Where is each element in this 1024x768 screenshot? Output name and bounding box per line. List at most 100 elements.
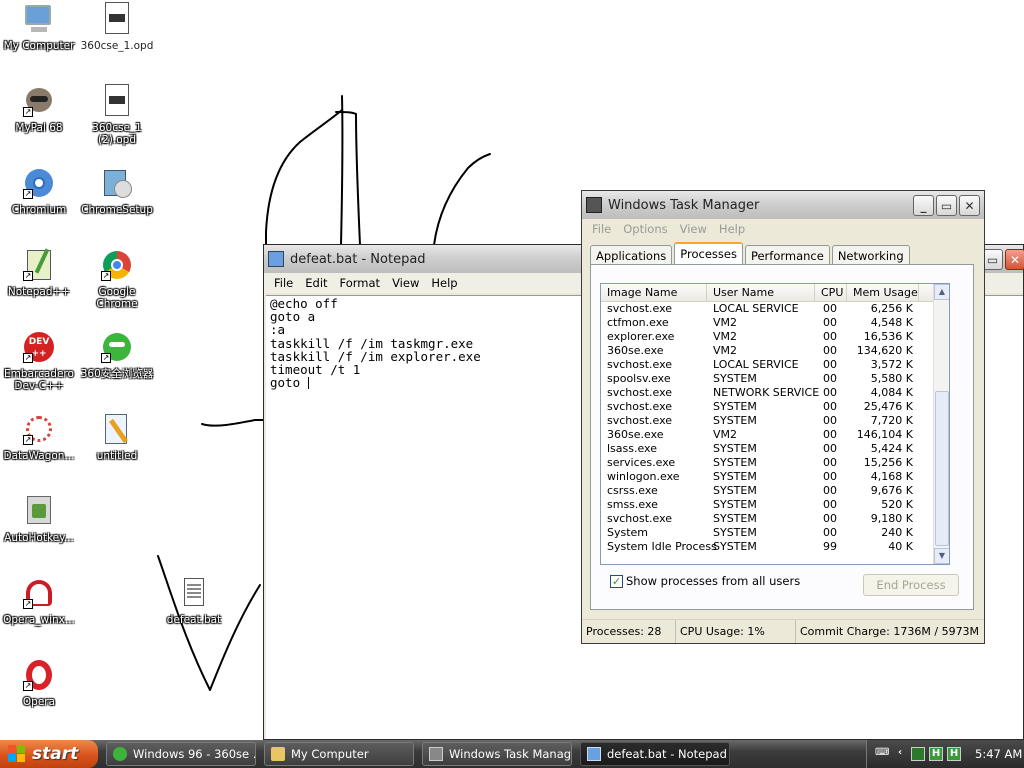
process-row[interactable]: spoolsv.exe SYSTEM 00 5,580 K: [601, 372, 949, 386]
process-row[interactable]: svchost.exe LOCAL SERVICE 00 3,572 K: [601, 358, 949, 372]
scroll-thumb[interactable]: [935, 391, 949, 546]
taskmgr-menu-help[interactable]: Help: [713, 222, 751, 236]
desktop-icon-360cse-opd[interactable]: 360cse_1.opd: [78, 2, 156, 52]
clock[interactable]: 5:47 AM: [975, 747, 1022, 761]
process-row[interactable]: svchost.exe SYSTEM 00 25,476 K: [601, 400, 949, 414]
col-user-name[interactable]: User Name: [707, 284, 815, 301]
process-cpu: 99: [823, 540, 837, 553]
taskbar-button-notepad[interactable]: defeat.bat - Notepad: [580, 742, 730, 766]
taskmgr-menu-options[interactable]: Options: [617, 222, 673, 236]
desktop-icon-devcpp[interactable]: DEV ++ ↗ Embarcadero Dev-C++: [0, 330, 78, 392]
process-row[interactable]: explorer.exe VM2 00 16,536 K: [601, 330, 949, 344]
scroll-down-button[interactable]: ▼: [934, 548, 949, 564]
process-list-scrollbar[interactable]: ▲ ▼: [933, 284, 949, 564]
tray-expand-icon[interactable]: ‹: [893, 747, 907, 761]
col-cpu[interactable]: CPU: [815, 284, 847, 301]
desktop-icon-notepadpp[interactable]: ↗ Notepad++: [0, 248, 78, 298]
process-row[interactable]: ctfmon.exe VM2 00 4,548 K: [601, 316, 949, 330]
notepad-close-button[interactable]: ✕: [1005, 249, 1024, 270]
process-cpu: 00: [823, 302, 837, 315]
tab-networking[interactable]: Networking: [831, 245, 910, 264]
taskmgr-close-button[interactable]: ✕: [959, 195, 980, 216]
autohotkey-tray-icon-2[interactable]: H: [947, 747, 961, 761]
notepad-menu-format[interactable]: Format: [334, 276, 387, 290]
process-mem: 6,256 K: [870, 302, 913, 315]
notepad-menu-file[interactable]: File: [268, 276, 299, 290]
process-mem: 146,104 K: [856, 428, 913, 441]
col-mem-usage[interactable]: Mem Usage: [847, 284, 919, 301]
process-mem: 4,548 K: [870, 316, 913, 329]
desktop-icon-mypal[interactable]: ↗ MyPal 68: [0, 84, 78, 134]
process-name: smss.exe: [607, 498, 658, 511]
process-row[interactable]: System Idle Process SYSTEM 99 40 K: [601, 540, 949, 554]
process-name: svchost.exe: [607, 400, 673, 413]
tab-processes[interactable]: Processes: [674, 242, 743, 264]
notepad-menu-help[interactable]: Help: [425, 276, 463, 290]
desktop-icon-datawagon[interactable]: ↗ DataWagon...: [0, 412, 78, 462]
process-row[interactable]: svchost.exe LOCAL SERVICE 00 6,256 K: [601, 302, 949, 316]
process-user: SYSTEM: [713, 442, 757, 455]
taskbar-button-my-computer[interactable]: My Computer: [264, 742, 414, 766]
process-row[interactable]: svchost.exe NETWORK SERVICE 00 4,084 K: [601, 386, 949, 400]
desktop-icon-google-chrome[interactable]: ↗ Google Chrome: [78, 248, 156, 310]
process-cpu: 00: [823, 526, 837, 539]
desktop-icon-opera[interactable]: ↗ Opera: [0, 658, 78, 708]
show-all-users-checkbox[interactable]: ✓: [610, 574, 623, 588]
desktop-icon-360se[interactable]: ↗ 360安全浏览器: [78, 330, 156, 380]
autohotkey-tray-icon[interactable]: H: [929, 747, 943, 761]
taskbar-button-task-manager[interactable]: Windows Task Manager: [422, 742, 572, 766]
notepad-menu-view[interactable]: View: [386, 276, 425, 290]
process-row[interactable]: lsass.exe SYSTEM 00 5,424 K: [601, 442, 949, 456]
devcpp-icon: DEV ++ ↗: [22, 330, 56, 364]
status-processes: Processes: 28: [582, 620, 676, 643]
notepad-maximize-button[interactable]: ▭: [982, 249, 1003, 270]
process-user: VM2: [713, 316, 738, 329]
keyboard-icon[interactable]: ⌨: [875, 747, 889, 761]
process-name: 360se.exe: [607, 344, 664, 357]
desktop-icon-defeat-bat[interactable]: defeat.bat: [155, 576, 233, 626]
process-row[interactable]: csrss.exe SYSTEM 00 9,676 K: [601, 484, 949, 498]
process-row[interactable]: svchost.exe SYSTEM 00 7,720 K: [601, 414, 949, 428]
process-mem: 5,580 K: [870, 372, 913, 385]
notepadpp-icon: ↗: [22, 248, 56, 282]
process-list[interactable]: Image Name User Name CPU Mem Usage svcho…: [600, 283, 950, 565]
start-button[interactable]: start: [0, 740, 98, 768]
text-caret: [307, 377, 309, 390]
taskbar-button-360se[interactable]: Windows 96 - 360se ...: [106, 742, 256, 766]
taskmgr-titlebar[interactable]: Windows Task Manager _ ▭ ✕: [582, 191, 984, 219]
process-row[interactable]: smss.exe SYSTEM 00 520 K: [601, 498, 949, 512]
process-row[interactable]: System SYSTEM 00 240 K: [601, 526, 949, 540]
taskmgr-maximize-button[interactable]: ▭: [936, 195, 957, 216]
taskmgr-minimize-button[interactable]: _: [913, 195, 934, 216]
end-process-button[interactable]: End Process: [863, 574, 959, 596]
process-row[interactable]: 360se.exe VM2 00 146,104 K: [601, 428, 949, 442]
desktop-icon-chromium[interactable]: ↗ Chromium: [0, 166, 78, 216]
tab-performance[interactable]: Performance: [744, 245, 830, 264]
desktop-icon-opera-winx[interactable]: ↗ Opera_winx...: [0, 576, 78, 626]
process-row[interactable]: svchost.exe SYSTEM 00 9,180 K: [601, 512, 949, 526]
process-row[interactable]: services.exe SYSTEM 00 15,256 K: [601, 456, 949, 470]
tab-applications[interactable]: Applications: [590, 245, 673, 264]
desktop-icon-my-computer[interactable]: My Computer: [0, 2, 78, 52]
col-image-name[interactable]: Image Name: [601, 284, 707, 301]
windows-flag-icon: [8, 745, 26, 763]
process-row[interactable]: winlogon.exe SYSTEM 00 4,168 K: [601, 470, 949, 484]
opera-icon: ↗: [22, 658, 56, 692]
process-row[interactable]: 360se.exe VM2 00 134,620 K: [601, 344, 949, 358]
desktop-icon-chromesetup[interactable]: ChromeSetup: [78, 166, 156, 216]
task-manager-window[interactable]: Windows Task Manager _ ▭ ✕ File Options …: [581, 190, 985, 644]
process-cpu: 00: [823, 512, 837, 525]
chrome-icon: ↗: [100, 248, 134, 282]
monitor-tray-icon[interactable]: [911, 747, 925, 761]
desktop-icon-360cse-opd-2[interactable]: 360cse_1 (2).opd: [78, 84, 156, 146]
show-all-users-option[interactable]: ✓ Show processes from all users: [610, 574, 800, 588]
taskmgr-menu-view[interactable]: View: [674, 222, 713, 236]
process-user: SYSTEM: [713, 484, 757, 497]
scroll-up-button[interactable]: ▲: [934, 284, 949, 300]
desktop-icon-autohotkey[interactable]: AutoHotkey...: [0, 494, 78, 544]
notepad-menu-edit[interactable]: Edit: [299, 276, 333, 290]
taskmgr-menu-file[interactable]: File: [586, 222, 617, 236]
process-user: SYSTEM: [713, 498, 757, 511]
desktop-icon-untitled[interactable]: untitled: [78, 412, 156, 462]
process-user: SYSTEM: [713, 512, 757, 525]
